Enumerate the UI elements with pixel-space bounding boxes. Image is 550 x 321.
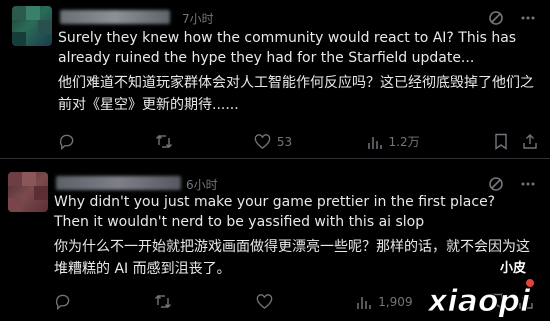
post-time[interactable]: 6小时 <box>186 176 218 193</box>
more-icon[interactable] <box>520 10 536 26</box>
like-button[interactable]: 53 <box>254 133 293 150</box>
svg-text:xiaopi: xiaopi <box>426 284 531 317</box>
post-text-chinese: 他们难道不知道玩家群体会对人工智能作何反应吗？这已经彻底毁掉了他们之前对《星空》… <box>58 75 534 113</box>
reply-icon <box>54 293 71 310</box>
reply-icon <box>58 133 75 150</box>
post-text-english: Surely they knew how the community would… <box>58 30 517 66</box>
avatar[interactable] <box>8 172 48 212</box>
heart-icon <box>254 133 271 150</box>
views-button[interactable]: 1,909 <box>356 294 413 310</box>
reply-button[interactable] <box>58 133 81 150</box>
post-time[interactable]: 7小时 <box>182 10 214 27</box>
like-count: 53 <box>276 134 293 149</box>
retweet-button[interactable] <box>154 293 178 310</box>
grok-icon[interactable] <box>488 176 504 192</box>
reply-button[interactable] <box>54 293 77 310</box>
grok-icon[interactable] <box>488 10 504 26</box>
retweet-icon <box>155 133 173 150</box>
views-button[interactable]: 1.2万 <box>367 133 420 150</box>
username-redacted[interactable] <box>56 176 181 190</box>
views-icon <box>367 134 383 150</box>
post-text-english: Why didn't you just make your game prett… <box>54 194 496 230</box>
watermark-logo: 小皮 xiaopi <box>426 257 544 317</box>
reply-post[interactable]: 7小时 Surely they knew how the community w… <box>0 0 550 159</box>
username-redacted[interactable] <box>60 10 170 24</box>
retweet-button[interactable] <box>155 133 179 150</box>
views-count: 1,909 <box>378 294 413 309</box>
heart-icon <box>256 293 273 310</box>
avatar[interactable] <box>12 6 52 46</box>
views-icon <box>356 294 372 310</box>
views-count: 1.2万 <box>388 135 420 149</box>
bookmark-icon[interactable] <box>494 133 508 150</box>
share-icon[interactable] <box>522 133 538 150</box>
retweet-icon <box>154 293 172 310</box>
more-icon[interactable] <box>520 176 536 192</box>
like-button[interactable] <box>256 293 279 310</box>
